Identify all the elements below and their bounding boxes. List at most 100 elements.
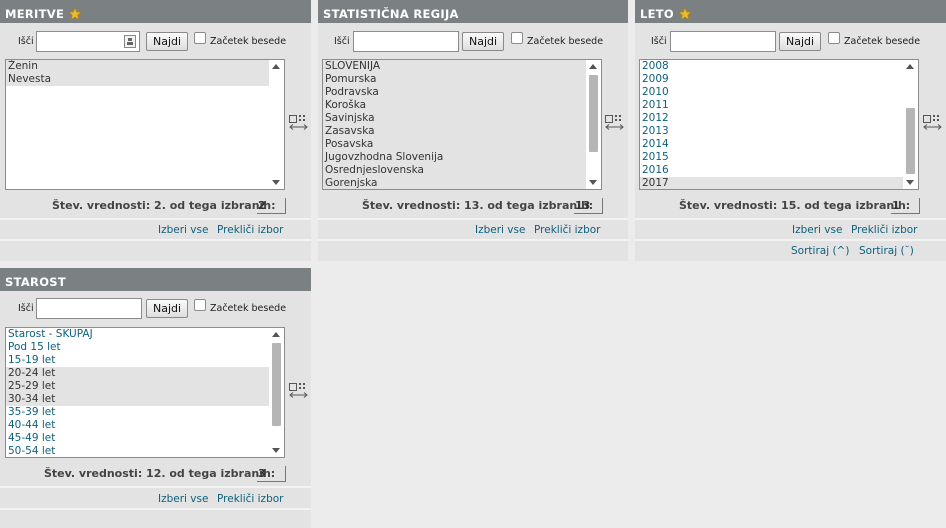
scroll-thumb[interactable]: [589, 75, 598, 152]
scroll-down-icon[interactable]: [906, 180, 914, 185]
panel-header: MERITVE: [0, 0, 311, 23]
panel-starost: STAROST Išči Najdi Začetek besede Staros…: [0, 268, 311, 528]
list-item[interactable]: 50-54 let: [6, 445, 269, 457]
sort-asc-link[interactable]: Sortiraj (^): [791, 245, 849, 257]
list-item[interactable]: Podravska: [323, 86, 586, 99]
search-button[interactable]: Najdi: [462, 32, 505, 51]
clear-selection-link[interactable]: Prekliči izbor: [851, 224, 917, 236]
list-item[interactable]: Jugovzhodna Slovenija: [323, 151, 586, 164]
list-item[interactable]: 2017: [640, 177, 903, 189]
list-item[interactable]: 2010: [640, 86, 903, 99]
expand-list-icon[interactable]: [605, 115, 624, 131]
list-item[interactable]: 30-34 let: [6, 393, 269, 406]
panel-header: STAROST: [0, 268, 311, 291]
scroll-thumb[interactable]: [906, 108, 915, 174]
divider: [0, 239, 311, 241]
clear-selection-link[interactable]: Prekliči izbor: [217, 224, 283, 236]
list-item[interactable]: 2016: [640, 164, 903, 177]
scroll-up-icon[interactable]: [589, 64, 597, 69]
values-listbox[interactable]: SLOVENIJA Pomurska Podravska Koroška Sav…: [322, 59, 602, 190]
search-input[interactable]: [353, 31, 459, 52]
list-item[interactable]: 2014: [640, 138, 903, 151]
search-button[interactable]: Najdi: [146, 299, 189, 318]
list-item[interactable]: Pod 15 let: [6, 341, 269, 354]
list-item[interactable]: Savinjska: [323, 112, 586, 125]
search-label: Išči: [18, 36, 34, 47]
sort-desc-link[interactable]: Sortiraj (˘): [859, 245, 914, 257]
list-item[interactable]: 2009: [640, 73, 903, 86]
search-input[interactable]: [36, 298, 142, 319]
list-item[interactable]: Gorenjska: [323, 177, 586, 189]
selected-count: 1: [891, 198, 920, 214]
list-item[interactable]: 2012: [640, 112, 903, 125]
search-button[interactable]: Najdi: [779, 32, 822, 51]
scroll-down-icon[interactable]: [589, 180, 597, 185]
list-item[interactable]: 40-44 let: [6, 419, 269, 432]
list-item[interactable]: 20-24 let: [6, 367, 269, 380]
scrollbar[interactable]: [269, 328, 284, 457]
list-item[interactable]: 25-29 let: [6, 380, 269, 393]
scroll-thumb[interactable]: [272, 343, 281, 426]
begin-word-checkbox[interactable]: [828, 32, 840, 44]
list-item[interactable]: Posavska: [323, 138, 586, 151]
star-icon[interactable]: [68, 6, 83, 21]
panel-header: STATISTIČNA REGIJA: [318, 0, 628, 23]
values-listbox[interactable]: 2008 2009 2010 2011 2012 2013 2014 2015 …: [639, 59, 919, 190]
select-all-link[interactable]: Izberi vse: [158, 493, 208, 505]
search-label: Išči: [334, 36, 350, 47]
list-items: Starost - SKUPAJ Pod 15 let 15-19 let 20…: [6, 328, 269, 457]
scroll-up-icon[interactable]: [272, 332, 280, 337]
begin-word-label: Začetek besede: [210, 303, 287, 314]
clear-selection-link[interactable]: Prekliči izbor: [217, 493, 283, 505]
select-all-link[interactable]: Izberi vse: [475, 224, 525, 236]
value-count-text: Štev. vrednosti: 2. od tega izbranih:: [52, 199, 276, 212]
begin-word-checkbox[interactable]: [511, 32, 523, 44]
list-item[interactable]: 2008: [640, 60, 903, 73]
star-icon[interactable]: [678, 6, 693, 21]
values-listbox[interactable]: Ženin Nevesta: [5, 59, 285, 190]
search-button[interactable]: Najdi: [146, 32, 189, 51]
expand-list-icon[interactable]: [289, 383, 308, 399]
divider: [0, 218, 311, 220]
panel-statisticna-regija: STATISTIČNA REGIJA Išči Najdi Začetek be…: [318, 0, 628, 261]
list-item[interactable]: Pomurska: [323, 73, 586, 86]
value-picker-icon[interactable]: [124, 35, 136, 48]
search-row: Išči Najdi Začetek besede: [318, 31, 628, 53]
panel-leto: LETO Išči Najdi Začetek besede 2008 2009…: [635, 0, 946, 261]
clear-selection-link[interactable]: Prekliči izbor: [534, 224, 600, 236]
list-item[interactable]: Starost - SKUPAJ: [6, 328, 269, 341]
selected-count: 2: [257, 198, 286, 214]
scroll-up-icon[interactable]: [906, 64, 914, 69]
list-item[interactable]: 35-39 let: [6, 406, 269, 419]
panel-meritve: MERITVE Išči Najdi Začetek besede Ženin …: [0, 0, 311, 261]
begin-word-checkbox[interactable]: [194, 32, 206, 44]
list-item[interactable]: 15-19 let: [6, 354, 269, 367]
list-item[interactable]: 45-49 let: [6, 432, 269, 445]
list-item[interactable]: 2011: [640, 99, 903, 112]
list-item[interactable]: SLOVENIJA: [323, 60, 586, 73]
expand-list-icon[interactable]: [289, 115, 308, 131]
search-input[interactable]: [670, 31, 776, 52]
scrollbar[interactable]: [269, 60, 284, 189]
begin-word-checkbox[interactable]: [194, 299, 206, 311]
begin-word-label: Začetek besede: [527, 36, 604, 47]
values-listbox[interactable]: Starost - SKUPAJ Pod 15 let 15-19 let 20…: [5, 327, 285, 458]
list-item[interactable]: Nevesta: [6, 73, 269, 86]
list-item[interactable]: Osrednjeslovenska: [323, 164, 586, 177]
list-item[interactable]: Ženin: [6, 60, 269, 73]
divider: [0, 508, 311, 510]
list-item[interactable]: Zasavska: [323, 125, 586, 138]
panel-title: MERITVE: [5, 6, 65, 21]
scroll-down-icon[interactable]: [272, 180, 280, 185]
scrollbar[interactable]: [903, 60, 918, 189]
expand-list-icon[interactable]: [923, 115, 942, 131]
scrollbar[interactable]: [586, 60, 601, 189]
scroll-up-icon[interactable]: [272, 64, 280, 69]
divider: [635, 239, 946, 241]
select-all-link[interactable]: Izberi vse: [158, 224, 208, 236]
scroll-down-icon[interactable]: [272, 448, 280, 453]
list-item[interactable]: Koroška: [323, 99, 586, 112]
select-all-link[interactable]: Izberi vse: [792, 224, 842, 236]
list-item[interactable]: 2015: [640, 151, 903, 164]
list-item[interactable]: 2013: [640, 125, 903, 138]
